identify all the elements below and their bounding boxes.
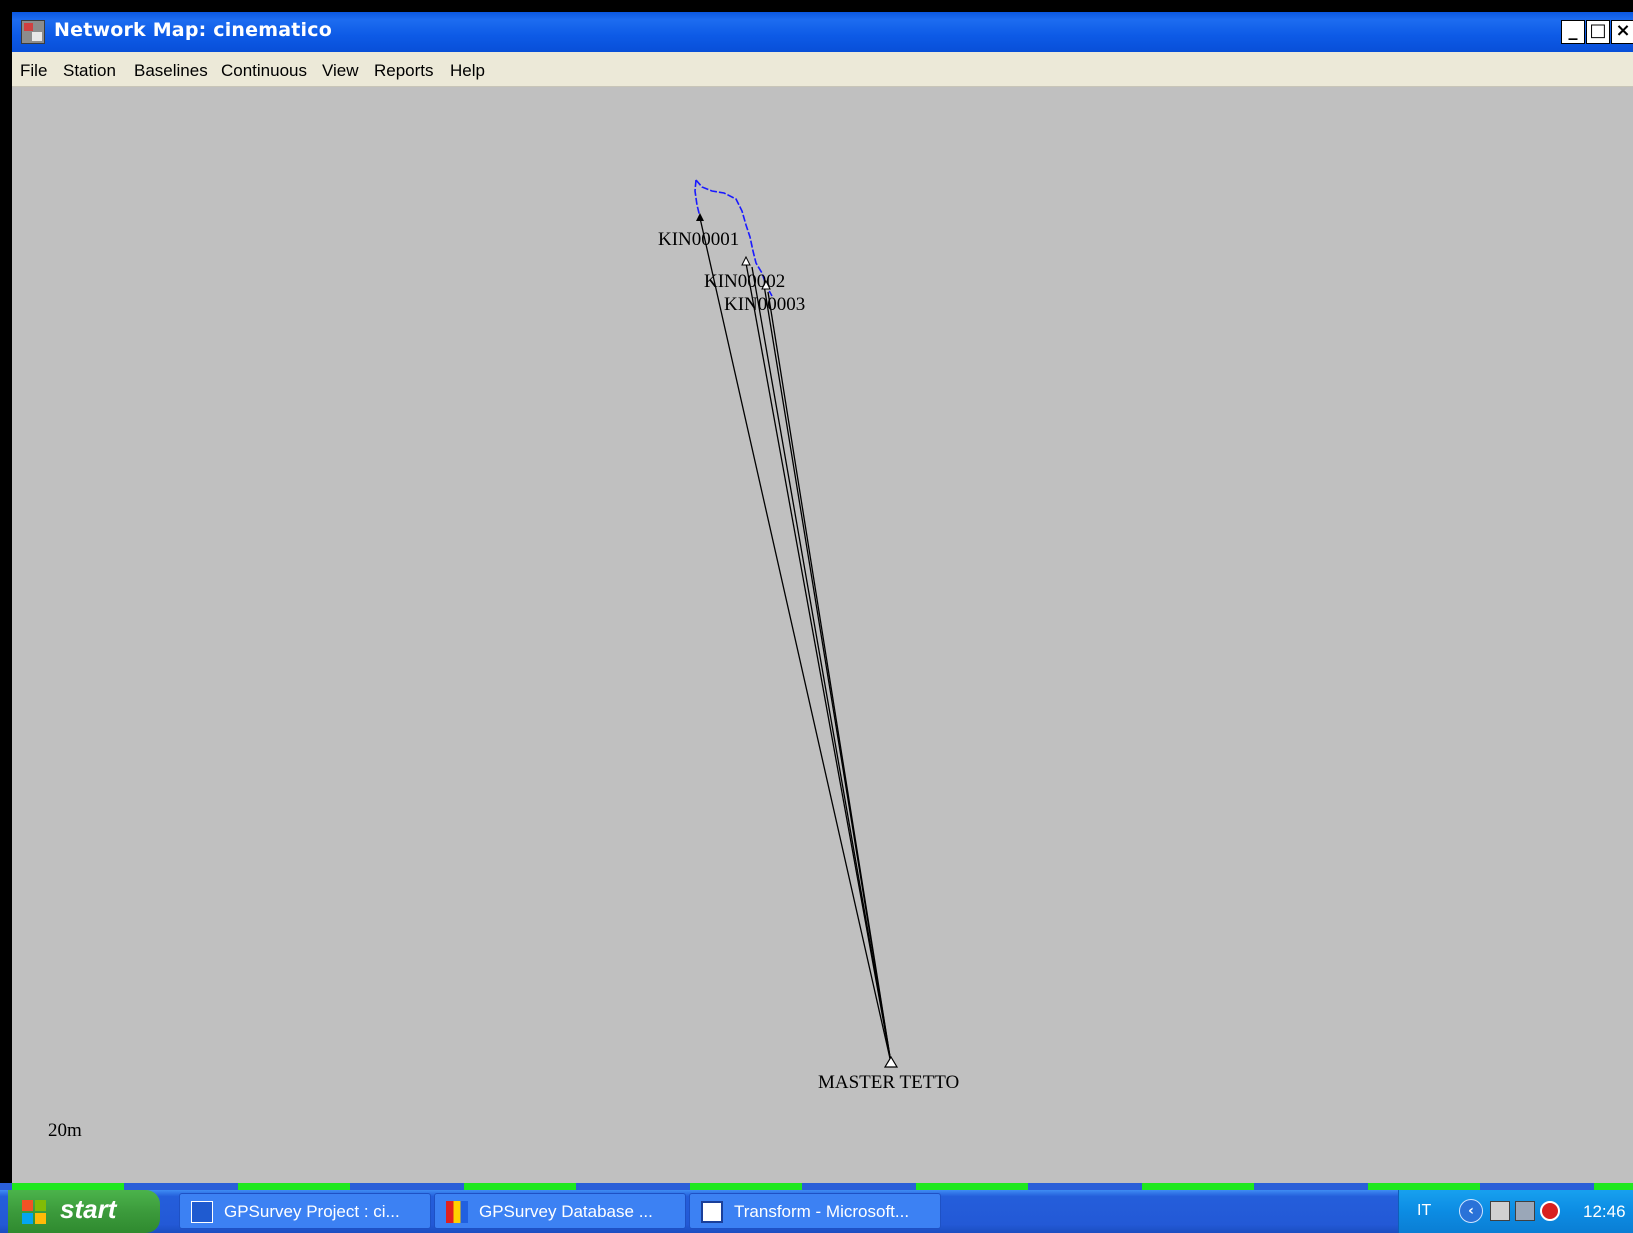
start-button[interactable]: start (8, 1190, 160, 1233)
scale-bar-segment (690, 1183, 802, 1190)
task-gpsurvey-database[interactable]: GPSurvey Database ... (434, 1193, 686, 1229)
station-label-kin00001[interactable]: KIN00001 (658, 229, 739, 250)
menu-file[interactable]: File (20, 61, 47, 81)
menu-baselines[interactable]: Baselines (134, 61, 208, 81)
start-label: start (60, 1194, 117, 1224)
language-indicator[interactable]: IT (1417, 1202, 1431, 1220)
gpsurvey-database-icon (446, 1201, 468, 1223)
network-map-canvas[interactable]: KIN00001 KIN00002 KIN00003 MASTER TETTO … (12, 87, 1633, 1190)
station-label-master-tetto[interactable]: MASTER TETTO (818, 1072, 959, 1093)
task-label: Transform - Microsoft... (734, 1202, 910, 1221)
clock[interactable]: 12:46 (1583, 1202, 1626, 1222)
task-label: GPSurvey Database ... (479, 1202, 653, 1221)
menu-help[interactable]: Help (450, 61, 485, 81)
show-hidden-icons-arrow[interactable]: ‹ (1459, 1199, 1483, 1223)
close-button[interactable]: × (1611, 20, 1633, 44)
station-label-kin00002[interactable]: KIN00002 (704, 271, 785, 292)
scale-label: 20m (48, 1120, 82, 1141)
menu-bar: File Station Baselines Continuous View R… (12, 52, 1633, 87)
word-document-icon (701, 1201, 723, 1223)
task-transform-word[interactable]: Transform - Microsoft... (689, 1193, 941, 1229)
minimize-button[interactable]: _ (1561, 20, 1585, 44)
scale-bar-segment (1368, 1183, 1480, 1190)
scale-bar-segment (464, 1183, 576, 1190)
windows-flag-icon (22, 1200, 46, 1224)
menu-continuous[interactable]: Continuous (221, 61, 307, 81)
window-title: Network Map: cinematico (54, 19, 332, 41)
scale-bar-segment (1594, 1183, 1633, 1190)
gpsurvey-project-icon (191, 1201, 213, 1223)
scale-bar-segment (1142, 1183, 1254, 1190)
title-bar[interactable]: Network Map: cinematico _ □ × (12, 12, 1633, 52)
network-map-window: Network Map: cinematico _ □ × File Stati… (12, 12, 1633, 1190)
station-label-kin00003[interactable]: KIN00003 (724, 294, 805, 315)
taskbar: start GPSurvey Project : ci... GPSurvey … (0, 1190, 1633, 1233)
task-label: GPSurvey Project : ci... (224, 1202, 400, 1221)
system-tray: IT ‹ 12:46 (1398, 1190, 1633, 1233)
scale-bar-segment (12, 1183, 124, 1190)
scale-bar-segment (916, 1183, 1028, 1190)
scale-bar-segment (238, 1183, 350, 1190)
menu-reports[interactable]: Reports (374, 61, 434, 81)
network-icon[interactable] (1490, 1201, 1510, 1221)
network-error-icon[interactable] (1515, 1201, 1535, 1221)
security-alert-icon[interactable] (1540, 1201, 1560, 1221)
menu-station[interactable]: Station (63, 61, 116, 81)
network-map-app-icon[interactable] (21, 20, 45, 44)
menu-view[interactable]: View (322, 61, 359, 81)
task-gpsurvey-project[interactable]: GPSurvey Project : ci... (179, 1193, 431, 1229)
maximize-button[interactable]: □ (1586, 20, 1610, 44)
